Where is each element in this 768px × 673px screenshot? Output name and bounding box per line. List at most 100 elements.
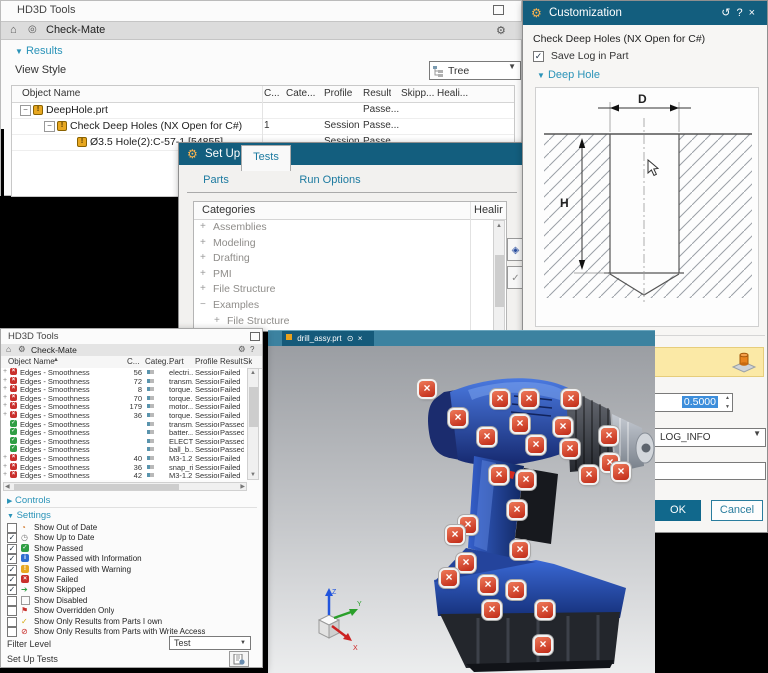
results-section-header[interactable]: ▼ Results <box>15 45 63 57</box>
target-icon[interactable]: ◎ <box>28 24 37 35</box>
failed-check-marker[interactable]: × <box>537 602 553 618</box>
category-item[interactable]: +File Structure <box>194 314 506 329</box>
healing-header[interactable]: Healir <box>474 204 503 216</box>
setting-row[interactable]: ✓Show Only Results from Parts I own <box>7 617 257 627</box>
failed-check-marker[interactable]: × <box>480 577 496 593</box>
checkbox-checked[interactable]: ✓ <box>533 51 544 62</box>
category-item[interactable]: +Drafting <box>194 251 506 266</box>
checkbox[interactable] <box>7 627 17 637</box>
column-header[interactable]: Result <box>363 88 391 99</box>
failed-check-marker[interactable]: × <box>518 472 534 488</box>
customization-titlebar[interactable]: ⚙ Customization ↺?× <box>523 1 767 25</box>
column-header[interactable]: Sk <box>243 357 252 366</box>
failed-check-marker[interactable]: × <box>450 410 466 426</box>
category-item[interactable]: +Assemblies <box>194 220 506 235</box>
failed-check-marker[interactable]: × <box>484 602 500 618</box>
column-header[interactable]: Profile <box>324 88 352 99</box>
failed-check-marker[interactable]: × <box>563 391 579 407</box>
checkbox-checked[interactable]: ✓ <box>7 575 17 585</box>
orientation-triad[interactable]: Z Y X <box>294 586 364 656</box>
expander-icon[interactable]: + <box>200 237 206 248</box>
filter-level-dropdown[interactable]: Test ▼ <box>169 636 251 650</box>
table-row[interactable]: −!DeepHole.prtPasse... <box>12 102 514 119</box>
log-level-dropdown[interactable]: LOG_INFO ▼ <box>647 428 766 447</box>
home-icon[interactable]: ⌂ <box>10 24 17 36</box>
setting-row[interactable]: ⚑Show Overridden Only <box>7 606 257 616</box>
setting-row[interactable]: ✓◷Show Up to Date <box>7 533 257 543</box>
view-style-dropdown[interactable]: Tree ▼ <box>429 61 521 80</box>
settings-section-header[interactable]: ▼ Settings <box>7 510 51 521</box>
empty-text-field[interactable] <box>647 462 766 480</box>
expander-icon[interactable]: + <box>3 411 7 418</box>
column-header[interactable]: Result <box>220 357 243 366</box>
failed-check-marker[interactable]: × <box>479 429 495 445</box>
table-row[interactable]: +×Edges - Smoothness36snap_ri...SessionF… <box>1 463 247 472</box>
setting-row[interactable]: ✓×Show Failed <box>7 575 257 585</box>
failed-check-marker[interactable]: × <box>512 416 528 432</box>
failed-check-marker[interactable]: × <box>512 542 528 558</box>
column-header[interactable]: Heali... <box>437 88 468 99</box>
gear-icon[interactable]: ⚙ <box>18 344 26 355</box>
setting-row[interactable]: Show Disabled <box>7 596 257 606</box>
setting-row[interactable]: ✓✓Show Passed <box>7 544 257 554</box>
ratio-spinner-field[interactable]: 0.5000 ▲ ▼ <box>649 393 733 412</box>
sort-ascending-icon[interactable]: ▲ <box>53 357 59 363</box>
category-item[interactable]: +PMI <box>194 267 506 282</box>
expander-icon[interactable]: + <box>3 377 7 384</box>
table-row[interactable]: +×Edges - Smoothness72transm...SessionFa… <box>1 377 247 386</box>
expander-icon[interactable]: + <box>200 268 206 279</box>
expander-icon[interactable]: − <box>20 105 31 116</box>
table-row[interactable]: +×Edges - Smoothness40M3-1.2...SessionFa… <box>1 454 247 463</box>
table-row[interactable]: ✓Edges - SmoothnessELECT...SessionPassed <box>1 437 247 446</box>
failed-check-marker[interactable]: × <box>521 391 537 407</box>
expander-icon[interactable]: + <box>3 385 7 392</box>
expander-icon[interactable]: + <box>200 283 206 294</box>
viewport-tab[interactable]: drill_assy.prt ⊙ × <box>282 331 374 347</box>
expander-icon[interactable]: + <box>200 252 206 263</box>
failed-check-marker[interactable]: × <box>419 381 435 397</box>
failed-check-marker[interactable]: × <box>509 502 525 518</box>
category-item[interactable]: +Modeling <box>194 236 506 251</box>
gear-icon[interactable]: ⚙ <box>496 24 506 37</box>
failed-check-marker[interactable]: × <box>581 467 597 483</box>
table-row[interactable]: −!Check Deep Holes (NX Open for C#)1Sess… <box>12 118 514 135</box>
home-icon[interactable]: ⌂ <box>6 344 11 354</box>
table-row[interactable]: +×Edges - Smoothness179motor...SessionFa… <box>1 402 247 411</box>
checkbox-checked[interactable]: ✓ <box>7 565 17 575</box>
horizontal-scrollbar[interactable]: ◀ ▶ <box>3 482 247 491</box>
gear-icon[interactable]: ⚙ <box>238 344 246 355</box>
failed-check-marker[interactable]: × <box>562 441 578 457</box>
table-row[interactable]: ✓Edges - Smoothnesstransm...SessionPasse… <box>1 420 247 429</box>
expander-icon[interactable]: + <box>3 368 7 375</box>
table-row[interactable]: +×Edges - Smoothness8torque...SessionFai… <box>1 385 247 394</box>
cancel-button[interactable]: Cancel <box>711 500 763 521</box>
setting-row[interactable]: ✓iShow Passed with Information <box>7 554 257 564</box>
help-icon[interactable]: ? <box>736 7 748 19</box>
vertical-scrollbar[interactable]: ▲ ▼ <box>247 368 259 480</box>
failed-check-marker[interactable]: × <box>535 637 551 653</box>
restore-icon[interactable] <box>493 5 504 15</box>
failed-check-marker[interactable]: × <box>458 555 474 571</box>
failed-check-marker[interactable]: × <box>492 391 508 407</box>
column-header[interactable]: Object Name <box>22 88 80 99</box>
controls-section-header[interactable]: ▶ Controls <box>7 495 50 506</box>
category-item[interactable]: +File Structure <box>194 282 506 297</box>
failed-check-marker[interactable]: × <box>441 570 457 586</box>
column-header[interactable]: Skipp... <box>401 88 434 99</box>
table-row[interactable]: ✓Edges - Smoothnessbatter...SessionPasse… <box>1 428 247 437</box>
table-row[interactable]: +×Edges - Smoothness36torque...SessionFa… <box>1 411 247 420</box>
checkbox[interactable] <box>7 596 17 606</box>
checkbox-checked[interactable]: ✓ <box>7 585 17 595</box>
expander-icon[interactable]: + <box>3 454 7 461</box>
close-icon[interactable]: × <box>749 7 761 19</box>
checkbox-checked[interactable]: ✓ <box>7 533 17 543</box>
spinner-up-icon[interactable]: ▲ <box>725 395 730 401</box>
column-header[interactable]: C... <box>127 357 139 366</box>
checkbox[interactable] <box>7 606 17 616</box>
reset-icon[interactable]: ↺ <box>721 7 736 19</box>
table-row[interactable]: +×Edges - Smoothness42M3-1.2...SessionFa… <box>1 471 247 480</box>
setting-row[interactable]: ✓!Show Passed with Warning <box>7 565 257 575</box>
categories-scrollbar[interactable]: ▲ <box>493 220 505 332</box>
ok-button[interactable]: OK <box>655 500 701 521</box>
tab-run-options[interactable]: Run Options <box>291 169 369 191</box>
